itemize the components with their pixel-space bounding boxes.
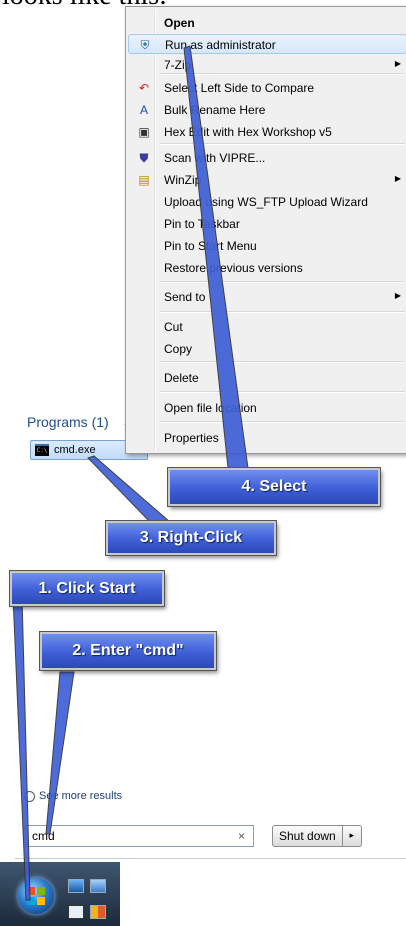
callout-step1: 1. Click Start — [9, 570, 165, 607]
callout-step3: 3. Right-Click — [105, 520, 277, 556]
pointer-step3 — [87, 455, 172, 523]
pointer-step1 — [12, 595, 31, 901]
pointer-step4 — [183, 45, 249, 469]
callout-step2: 2. Enter "cmd" — [39, 631, 217, 671]
callout-step4: 4. Select — [167, 467, 381, 507]
pointer-step2 — [45, 671, 75, 835]
callout-pointers — [12, 45, 249, 901]
